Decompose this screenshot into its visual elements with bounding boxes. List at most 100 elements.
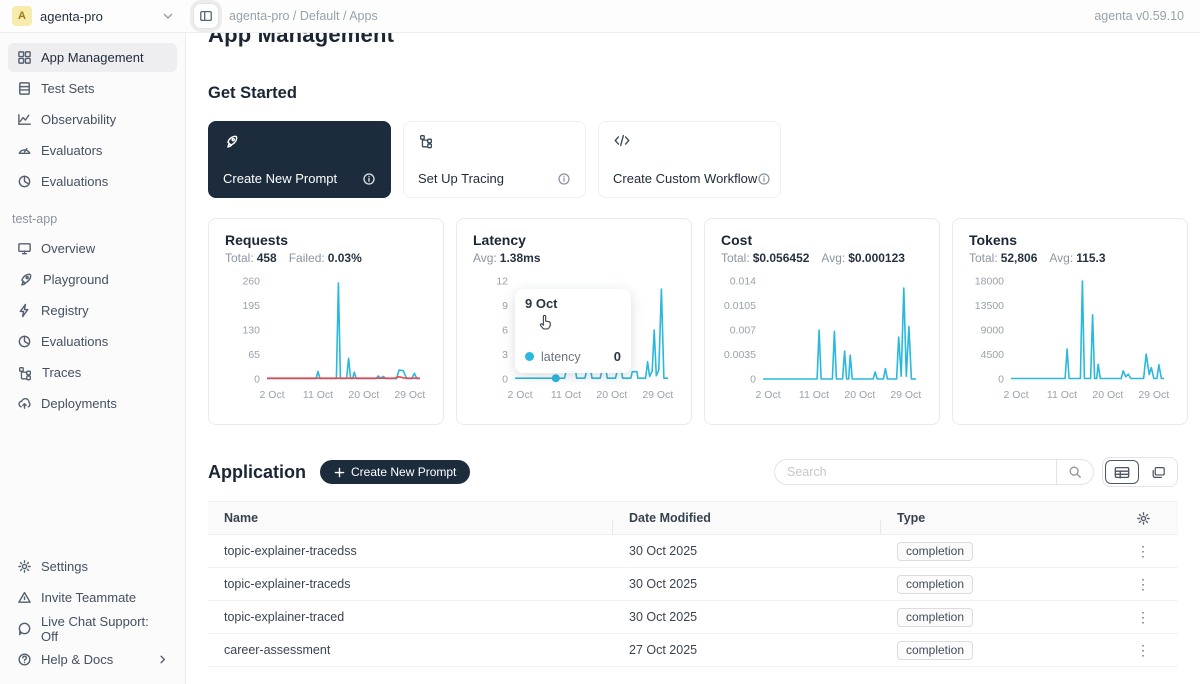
svg-text:0.0105: 0.0105 — [724, 300, 756, 312]
svg-text:20 Oct: 20 Oct — [348, 389, 379, 401]
svg-text:2 Oct: 2 Oct — [756, 389, 781, 401]
chat-icon — [17, 621, 32, 636]
sidebar-item-invite-teammate[interactable]: Invite Teammate — [8, 583, 177, 612]
svg-text:2 Oct: 2 Oct — [1004, 389, 1029, 401]
svg-text:2 Oct: 2 Oct — [508, 389, 533, 401]
svg-text:2 Oct: 2 Oct — [260, 389, 285, 401]
svg-text:4500: 4500 — [981, 349, 1005, 361]
card-label: Create Custom Workflow — [613, 171, 757, 186]
search-button[interactable] — [1056, 459, 1094, 485]
table-settings-button[interactable] — [1136, 511, 1151, 526]
sidebar-toggle-icon — [199, 9, 213, 23]
svg-text:11 Oct: 11 Oct — [551, 389, 581, 401]
sidebar-item-deployments[interactable]: Deployments — [8, 389, 177, 418]
row-actions-button[interactable]: ⋮ — [1130, 606, 1156, 628]
row-actions-button[interactable]: ⋮ — [1130, 573, 1156, 595]
sidebar-item-label: Traces — [42, 365, 81, 380]
sidebar-item-playground[interactable]: Playground — [8, 265, 177, 294]
sidebar-collapse-button[interactable] — [193, 3, 219, 29]
row-actions-button[interactable]: ⋮ — [1130, 639, 1156, 661]
create-custom-workflow-card[interactable]: Create Custom Workflow — [598, 121, 781, 198]
table-view-button[interactable] — [1105, 460, 1139, 484]
card-view-button[interactable] — [1141, 460, 1175, 484]
sidebar-item-help-docs[interactable]: Help & Docs — [8, 645, 177, 674]
sidebar-item-label: Evaluations — [41, 174, 108, 189]
evaluations-icon — [17, 174, 32, 189]
info-icon[interactable] — [362, 172, 376, 186]
chart-title: Latency — [473, 232, 675, 248]
application-title: Application — [208, 462, 306, 483]
create-new-prompt-button[interactable]: Create New Prompt — [320, 460, 470, 484]
sidebar-item-observability[interactable]: Observability — [8, 105, 177, 134]
chart-stats: Total:52,806 Avg:115.3 — [969, 251, 1171, 265]
column-header-date[interactable]: Date Modified — [613, 511, 881, 525]
gear-icon — [1136, 511, 1151, 526]
type-badge: completion — [897, 575, 973, 594]
cost-chart[interactable]: 00.00350.0070.01050.0142 Oct11 Oct20 Oct… — [721, 271, 923, 408]
svg-text:11 Oct: 11 Oct — [799, 389, 829, 401]
gauge-icon — [17, 143, 32, 158]
table-row[interactable]: topic-explainer-traceds 30 Oct 2025 comp… — [208, 568, 1178, 601]
search-icon — [1068, 465, 1082, 479]
svg-text:130: 130 — [242, 325, 260, 337]
search-box — [774, 459, 1094, 485]
table-body: topic-explainer-tracedss 30 Oct 2025 com… — [208, 535, 1178, 667]
sidebar-item-label: Deployments — [41, 396, 117, 411]
column-header-name[interactable]: Name — [208, 511, 613, 525]
type-badge: completion — [897, 542, 973, 561]
table-header: Name Date Modified Type — [208, 502, 1178, 535]
sidebar-item-traces[interactable]: Traces — [8, 358, 177, 387]
svg-text:20 Oct: 20 Oct — [596, 389, 627, 401]
tooltip-series-label: latency — [541, 350, 581, 364]
requests-chart[interactable]: 0651301952602 Oct11 Oct20 Oct29 Oct — [225, 271, 427, 408]
chart-stats: Avg:1.38ms — [473, 251, 675, 265]
table-row[interactable]: career-assessment 27 Oct 2025 completion… — [208, 634, 1178, 667]
sidebar-item-settings[interactable]: Settings — [8, 552, 177, 581]
create-new-prompt-card[interactable]: Create New Prompt — [208, 121, 391, 198]
top-bar: A agenta-pro agenta-pro / Default / Apps… — [0, 0, 1200, 33]
sidebar-item-label: Evaluators — [41, 143, 102, 158]
testsets-icon — [17, 81, 32, 96]
set-up-tracing-card[interactable]: Set Up Tracing — [403, 121, 586, 198]
date-modified-cell: 27 Oct 2025 — [613, 643, 881, 657]
code-icon — [613, 133, 766, 148]
sidebar-item-overview[interactable]: Overview — [8, 234, 177, 263]
search-input[interactable] — [774, 459, 1056, 485]
monitor-icon — [17, 241, 32, 256]
svg-text:0.0035: 0.0035 — [724, 349, 756, 361]
sidebar-item-test-sets[interactable]: Test Sets — [8, 74, 177, 103]
row-actions-button[interactable]: ⋮ — [1130, 540, 1156, 562]
invite-icon — [17, 590, 32, 605]
sidebar-item-live-chat-support-off[interactable]: Live Chat Support: Off — [8, 614, 177, 643]
observability-icon — [17, 112, 32, 127]
sidebar-item-evaluations[interactable]: Evaluations — [8, 327, 177, 356]
card-view-icon — [1151, 466, 1166, 479]
sidebar-item-evaluators[interactable]: Evaluators — [8, 136, 177, 165]
app-name-cell: topic-explainer-tracedss — [208, 544, 613, 558]
workspace-selector[interactable]: A agenta-pro — [0, 6, 186, 26]
column-header-type[interactable]: Type — [881, 511, 1108, 525]
tooltip-date: 9 Oct — [525, 296, 621, 311]
svg-text:29 Oct: 29 Oct — [642, 389, 673, 401]
info-icon[interactable] — [557, 172, 571, 186]
svg-text:29 Oct: 29 Oct — [394, 389, 425, 401]
table-row[interactable]: topic-explainer-traced 30 Oct 2025 compl… — [208, 601, 1178, 634]
main-content: App Management Get Started Create New Pr… — [186, 0, 1200, 667]
svg-text:6: 6 — [502, 325, 508, 337]
type-badge: completion — [897, 641, 973, 660]
tracing-tree-icon — [418, 133, 571, 149]
sidebar-item-registry[interactable]: Registry — [8, 296, 177, 325]
svg-text:12: 12 — [496, 276, 508, 288]
table-view-icon — [1114, 466, 1130, 479]
info-icon[interactable] — [757, 172, 771, 186]
tokens-chart[interactable]: 04500900013500180002 Oct11 Oct20 Oct29 O… — [969, 271, 1171, 408]
svg-text:20 Oct: 20 Oct — [1092, 389, 1123, 401]
table-row[interactable]: topic-explainer-tracedss 30 Oct 2025 com… — [208, 535, 1178, 568]
cost-chart-card: Cost Total:$0.056452 Avg:$0.000123 00.00… — [704, 218, 940, 425]
svg-text:0: 0 — [998, 374, 1004, 386]
workspace-name: agenta-pro — [40, 9, 154, 24]
date-modified-cell: 30 Oct 2025 — [613, 610, 881, 624]
svg-text:0: 0 — [502, 374, 508, 386]
sidebar-item-evaluations[interactable]: Evaluations — [8, 167, 177, 196]
sidebar-item-app-management[interactable]: App Management — [8, 43, 177, 72]
